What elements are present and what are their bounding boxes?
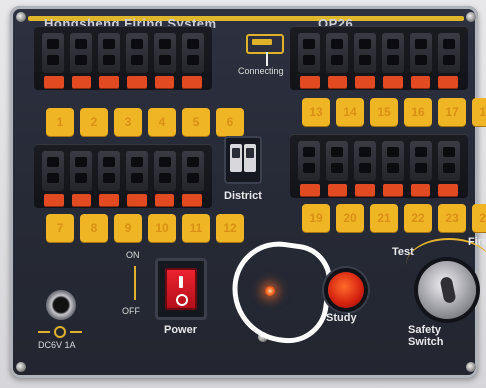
terminal-tab[interactable] [438, 184, 459, 196]
power-arrow [134, 266, 136, 300]
terminal-tab[interactable] [182, 76, 203, 88]
power-switch[interactable] [155, 258, 207, 320]
terminal-tab[interactable] [383, 76, 403, 88]
power-on-label: ON [126, 250, 140, 260]
test-label: Test [392, 246, 414, 258]
safety-switch-label: Safety Switch [408, 324, 444, 348]
cue-chip: 14 [336, 98, 364, 126]
screw-icon [16, 12, 26, 22]
dc-jack-icon[interactable] [46, 290, 76, 320]
terminal-tab[interactable] [182, 194, 203, 206]
status-led [265, 286, 275, 296]
terminal-block-right-top [290, 26, 468, 90]
terminal-tab[interactable] [300, 76, 320, 88]
led-highlight-circle [225, 235, 337, 349]
cue-chip: 12 [216, 214, 244, 242]
dip-switch-1[interactable] [230, 144, 242, 172]
cue-chip: 24 [472, 204, 486, 232]
terminal-tab[interactable] [71, 76, 92, 88]
cue-chip: 1 [46, 108, 74, 136]
cue-chip: 17 [438, 98, 466, 126]
connection-indicator-icon [246, 34, 284, 54]
terminal-tab[interactable] [327, 184, 348, 196]
connecting-label: Connecting [238, 66, 284, 76]
cue-chip: 7 [46, 214, 74, 242]
screw-icon [16, 362, 26, 372]
terminal-tab[interactable] [438, 76, 459, 88]
power-rocker[interactable] [165, 268, 197, 310]
terminal-tab[interactable] [71, 194, 92, 206]
dip-switch-2[interactable] [244, 144, 256, 172]
firing-system-panel: Hongsheng Firing System OP26... Connecti… [10, 6, 486, 378]
cue-labels-right-top: 13 14 15 16 17 18 [302, 98, 486, 126]
district-label: District [224, 190, 262, 202]
district-dip-switch[interactable] [224, 136, 262, 184]
rocker-off-mark [176, 294, 188, 306]
cue-chip: 21 [370, 204, 398, 232]
fire-label: Fire [468, 236, 486, 248]
cue-labels-left-top: 1 2 3 4 5 6 [46, 108, 244, 136]
power-off-label: OFF [122, 306, 140, 316]
cue-chip: 19 [302, 204, 330, 232]
cue-chip: 13 [302, 98, 330, 126]
dc-rating-label: DC6V 1A [38, 340, 76, 350]
terminal-tab[interactable] [327, 76, 348, 88]
terminal-tab[interactable] [300, 184, 320, 196]
terminal-block-left-top [34, 26, 212, 90]
screw-icon [466, 362, 476, 372]
terminal-tab[interactable] [355, 184, 376, 196]
indicator-mark [266, 52, 268, 66]
cue-chip: 22 [404, 204, 432, 232]
terminal-tab[interactable] [127, 76, 147, 88]
terminal-tab[interactable] [44, 194, 64, 206]
photo-stage: Hongsheng Firing System OP26... Connecti… [0, 0, 486, 388]
study-label: Study [326, 312, 357, 324]
terminal-tab[interactable] [383, 184, 403, 196]
safety-key-icon [439, 276, 457, 304]
terminal-block-right-bottom [290, 134, 468, 198]
cue-chip: 8 [80, 214, 108, 242]
terminal-block-left-bottom [34, 144, 212, 208]
power-label: Power [164, 324, 198, 336]
cue-chip: 11 [182, 214, 210, 242]
cue-chip: 4 [148, 108, 176, 136]
cue-labels-left-bottom: 7 8 9 10 11 12 [46, 214, 244, 242]
cue-chip: 23 [438, 204, 466, 232]
cue-chip: 20 [336, 204, 364, 232]
cue-labels-right-bottom: 19 20 21 22 23 24 [302, 204, 486, 232]
cue-chip: 3 [114, 108, 142, 136]
terminal-tab[interactable] [410, 184, 431, 196]
cue-chip: 5 [182, 108, 210, 136]
terminal-tab[interactable] [99, 76, 120, 88]
terminal-tab[interactable] [410, 76, 431, 88]
terminal-tab[interactable] [355, 76, 376, 88]
terminal-tab[interactable] [44, 76, 64, 88]
terminal-tab[interactable] [154, 76, 175, 88]
cue-chip: 16 [404, 98, 432, 126]
study-button[interactable] [328, 272, 364, 308]
cue-chip: 15 [370, 98, 398, 126]
cue-chip: 10 [148, 214, 176, 242]
cue-chip: 9 [114, 214, 142, 242]
terminal-tab[interactable] [99, 194, 120, 206]
rocker-on-mark [179, 276, 183, 288]
screw-icon [466, 12, 476, 22]
cue-chip: 18 [472, 98, 486, 126]
terminal-tab[interactable] [127, 194, 147, 206]
cue-chip: 2 [80, 108, 108, 136]
dc-symbol-icon [38, 326, 82, 338]
safety-switch-key[interactable] [418, 261, 476, 319]
terminal-tab[interactable] [154, 194, 175, 206]
cue-chip: 6 [216, 108, 244, 136]
